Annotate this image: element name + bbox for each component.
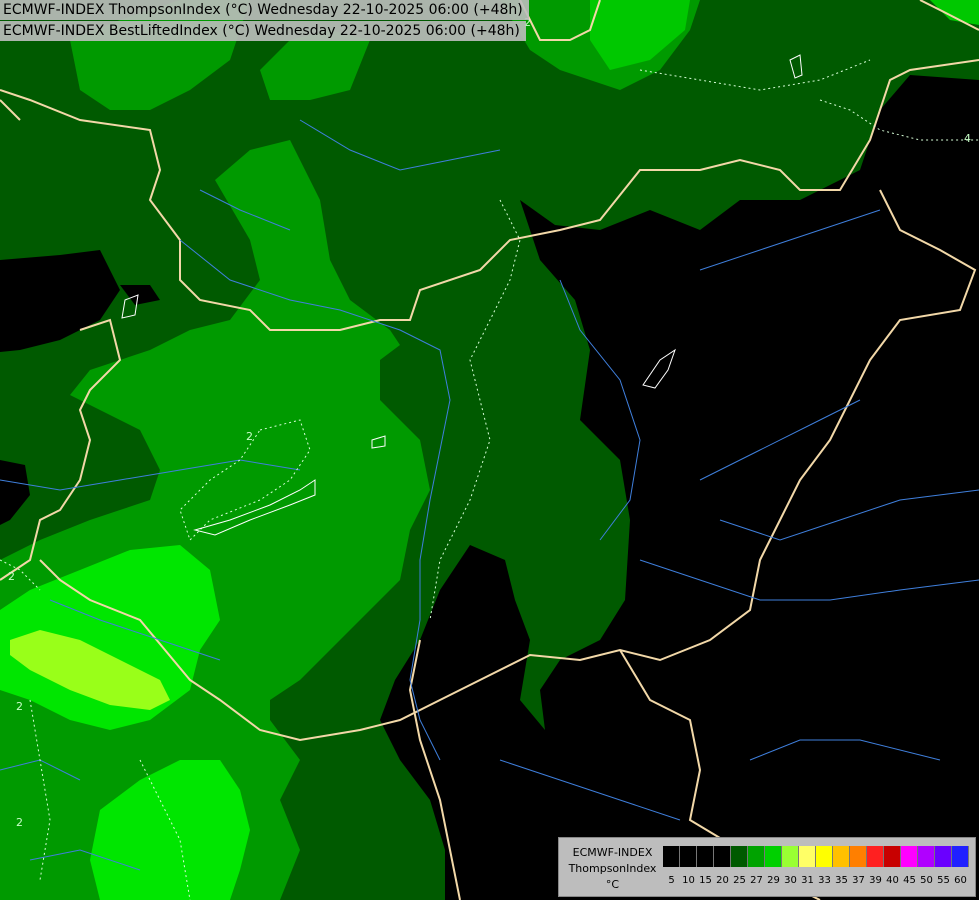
contour-label: 2 (16, 816, 23, 829)
legend-tick: 35 (835, 875, 848, 886)
legend-swatch (850, 846, 867, 867)
legend-swatch (799, 846, 816, 867)
legend-tick: 29 (767, 875, 780, 886)
legend-tick: 5 (668, 875, 675, 886)
color-legend: ECMWF-INDEX ThompsonIndex °C 5 10 15 20 25 27… (558, 837, 976, 897)
legend-tick: 55 (937, 875, 950, 886)
legend-tick: 37 (852, 875, 865, 886)
legend-tick: 15 (699, 875, 712, 886)
legend-tick: 50 (920, 875, 933, 886)
contour-label: 4 (964, 132, 971, 145)
legend-tick: 33 (818, 875, 831, 886)
legend-swatch (731, 846, 748, 867)
legend-tick-labels: 5 10 15 20 25 27 29 30 31 33 35 37 39 40 45 50 55 60 (663, 874, 969, 888)
legend-swatch (833, 846, 850, 867)
legend-swatch (680, 846, 697, 867)
legend-tick: 20 (716, 875, 729, 886)
legend-unit: °C (605, 878, 620, 891)
legend-swatch (748, 846, 765, 867)
legend-tick: 25 (733, 875, 746, 886)
contour-label: 2 (8, 570, 15, 583)
legend-swatch (765, 846, 782, 867)
legend-title: ECMWF-INDEX (572, 846, 653, 859)
legend-tick: 27 (750, 875, 763, 886)
legend-tick: 30 (784, 875, 797, 886)
legend-swatch (782, 846, 799, 867)
legend-tick: 60 (954, 875, 967, 886)
legend-tick: 40 (886, 875, 899, 886)
legend-swatch (714, 846, 731, 867)
legend-swatch (952, 846, 969, 867)
legend-color-bar (663, 846, 969, 867)
contour-label: 2 (246, 430, 253, 443)
map-title-line-2: ECMWF-INDEX BestLiftedIndex (°C) Wednesd… (0, 21, 526, 41)
contour-label: 2 (16, 700, 23, 713)
legend-swatch (884, 846, 901, 867)
legend-swatch (663, 846, 680, 867)
legend-tick: 31 (801, 875, 814, 886)
legend-swatch (918, 846, 935, 867)
legend-swatch (867, 846, 884, 867)
legend-subtitle: ThompsonIndex (568, 862, 657, 875)
weather-map: 2 2 2 2 2 4 ECMWF-INDEX ThompsonIndex (°… (0, 0, 979, 900)
legend-tick: 39 (869, 875, 882, 886)
legend-swatch (816, 846, 833, 867)
legend-swatch (901, 846, 918, 867)
legend-swatch (697, 846, 714, 867)
legend-swatch (935, 846, 952, 867)
legend-tick: 10 (682, 875, 695, 886)
legend-tick: 45 (903, 875, 916, 886)
map-canvas: 2 2 2 2 2 4 (0, 0, 979, 900)
map-title-line-1: ECMWF-INDEX ThompsonIndex (°C) Wednesday… (0, 0, 529, 20)
